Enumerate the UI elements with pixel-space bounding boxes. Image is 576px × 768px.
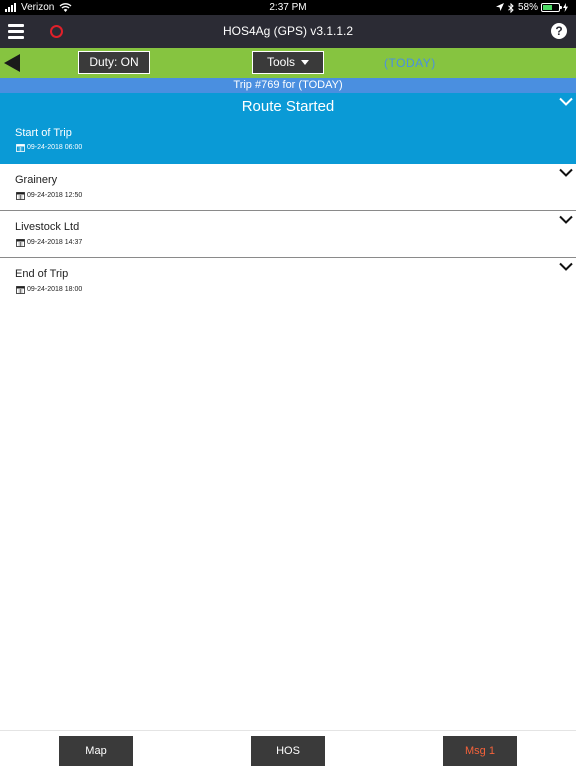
caret-down-icon (301, 60, 309, 66)
bluetooth-icon (508, 2, 514, 13)
battery-percent: 58% (517, 2, 538, 13)
duty-status-label: Duty: ON (89, 55, 139, 69)
stop-datetime: 09-24-2018 18:00 (27, 286, 83, 293)
stop-datetime: 09-24-2018 14:37 (27, 239, 83, 246)
trip-title-bar: Trip #769 for (TODAY) (0, 78, 576, 93)
stop-name: Start of Trip (15, 127, 72, 139)
app-title: HOS4Ag (GPS) v3.1.1.2 (222, 24, 354, 38)
toolbar: Duty: ON Tools (TODAY) (0, 48, 576, 78)
calendar-icon (16, 144, 25, 152)
stop-date: 09-24-2018 06:00 (16, 143, 82, 152)
stop-row-grainery[interactable]: Grainery 09-24-2018 12:50 (0, 164, 576, 211)
status-bar: Verizon 2:37 PM 58% (0, 0, 576, 15)
stop-row-end-of-trip[interactable]: End of Trip 09-24-2018 18:00 (0, 258, 576, 305)
hos-button[interactable]: HOS (251, 736, 325, 766)
tools-label: Tools (266, 55, 295, 69)
battery-icon (541, 3, 562, 12)
back-arrow-icon[interactable] (4, 54, 20, 72)
route-status-title: Route Started (241, 98, 335, 115)
messages-button[interactable]: Msg 1 (443, 736, 517, 766)
stop-datetime: 09-24-2018 06:00 (27, 144, 83, 151)
app-screen: Verizon 2:37 PM 58% HOS4Ag (GPS) v3.1.1.… (0, 0, 576, 768)
stop-date: 09-24-2018 12:50 (16, 191, 82, 200)
stop-datetime: 09-24-2018 12:50 (27, 192, 83, 199)
calendar-icon (16, 286, 25, 294)
title-bar: HOS4Ag (GPS) v3.1.1.2 ? (0, 15, 576, 48)
charging-bolt-icon (563, 3, 568, 12)
today-link[interactable]: (TODAY) (384, 56, 436, 70)
stop-name: End of Trip (15, 268, 69, 280)
duty-status-button[interactable]: Duty: ON (78, 51, 150, 74)
stop-date: 09-24-2018 14:37 (16, 238, 82, 247)
stop-name: Livestock Ltd (15, 221, 80, 233)
bottom-bar: Map HOS Msg 1 (0, 730, 576, 768)
help-icon[interactable]: ? (551, 23, 567, 39)
chevron-down-icon[interactable] (559, 168, 573, 177)
stop-date: 09-24-2018 18:00 (16, 285, 82, 294)
battery-fill (543, 5, 552, 10)
calendar-icon (16, 239, 25, 247)
calendar-icon (16, 192, 25, 200)
stop-name: Grainery (15, 174, 58, 186)
chevron-down-icon[interactable] (559, 215, 573, 224)
stop-row-livestock-ltd[interactable]: Livestock Ltd 09-24-2018 14:37 (0, 211, 576, 258)
tools-dropdown-button[interactable]: Tools (252, 51, 324, 74)
route-header[interactable]: Route Started Start of Trip 09-24-2018 0… (0, 93, 576, 164)
status-right: 58% (495, 2, 572, 13)
status-time: 2:37 PM (269, 2, 307, 13)
chevron-down-icon[interactable] (559, 262, 573, 271)
map-button[interactable]: Map (59, 736, 133, 766)
chevron-down-icon[interactable] (559, 97, 573, 106)
location-arrow-icon (495, 3, 504, 11)
